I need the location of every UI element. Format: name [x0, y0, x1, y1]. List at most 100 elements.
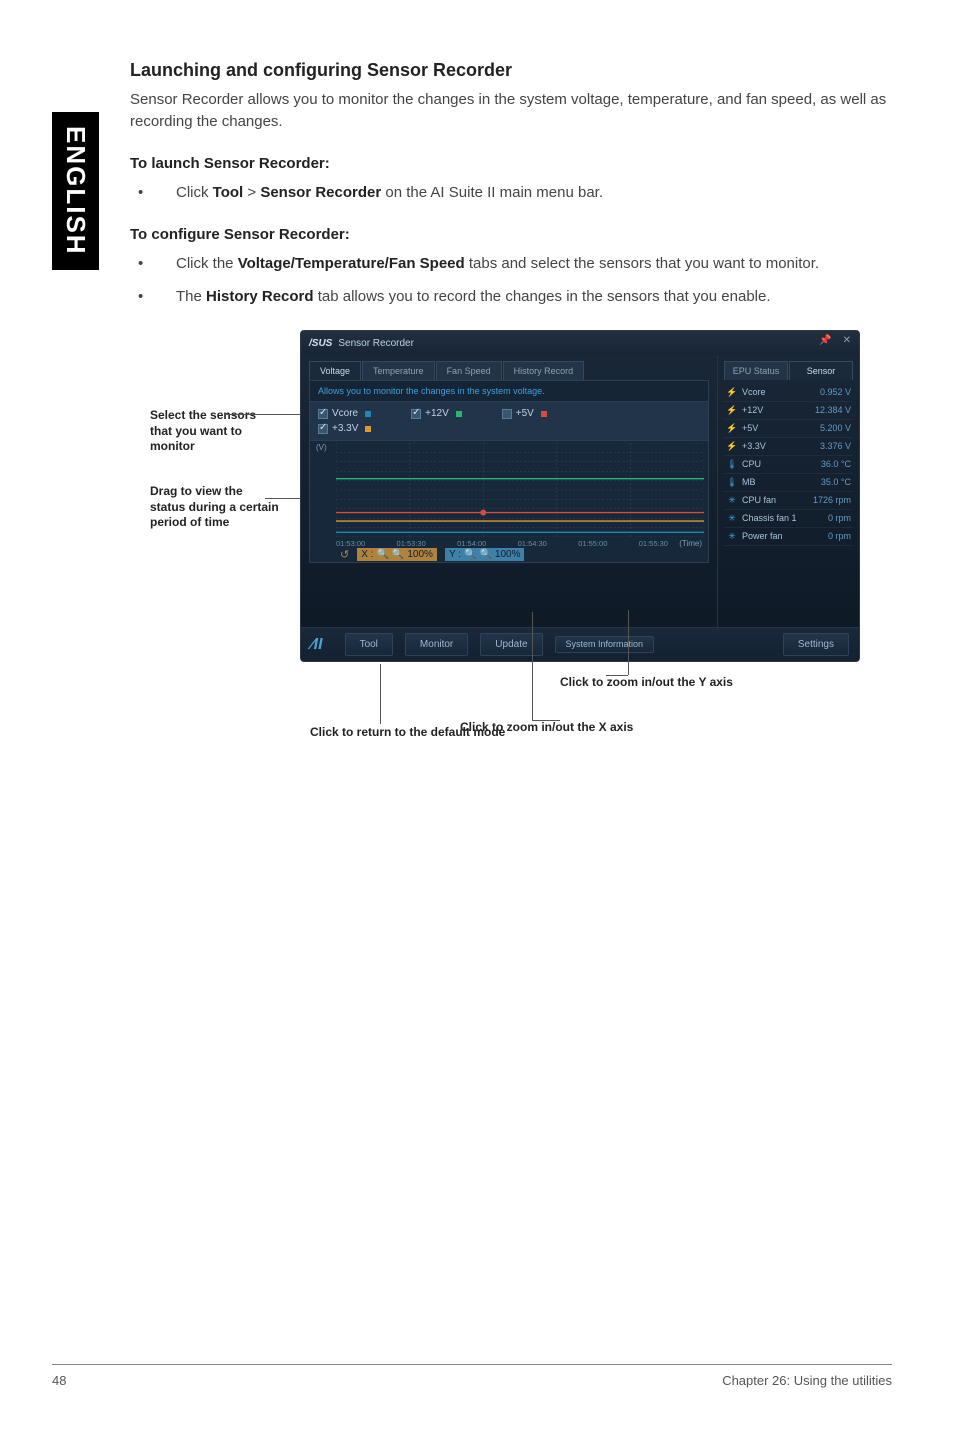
sensor-value: 36.0 °C	[821, 459, 851, 470]
tab-fan-speed[interactable]: Fan Speed	[436, 361, 502, 380]
text: on the AI Suite II main menu bar.	[381, 184, 603, 201]
sensor-row: ⚡ +3.3V3.376 V	[724, 438, 853, 456]
launch-bullet: Click Tool > Sensor Recorder on the AI S…	[130, 182, 890, 205]
checkbox-label: +12V	[425, 408, 449, 419]
y-axis-label: (V)	[316, 443, 327, 452]
config-bullet-1: Click the Voltage/Temperature/Fan Speed …	[130, 253, 890, 276]
page-content: Launching and configuring Sensor Recorde…	[130, 60, 890, 330]
sensor-type-icon: ✳	[726, 513, 738, 524]
reset-zoom-icon[interactable]: ↺	[340, 548, 349, 561]
text: >	[243, 184, 260, 201]
x-axis-label: (Time)	[679, 539, 702, 548]
legend-dot-icon	[365, 426, 371, 432]
sensor-type-icon: ⚡	[726, 423, 738, 434]
sensor-value: 1726 rpm	[813, 495, 851, 506]
sensor-name: CPU fan	[742, 495, 813, 506]
sensor-row: ✳ CPU fan1726 rpm	[724, 492, 853, 510]
zoom-x-value: 100%	[407, 549, 433, 560]
menu-update-button[interactable]: Update	[480, 633, 542, 656]
keyword-history-record: History Record	[206, 288, 314, 305]
checkbox-3-3v[interactable]: +3.3V	[318, 423, 371, 434]
keyword-sensor-recorder: Sensor Recorder	[260, 184, 381, 201]
sensor-type-icon: 🌡	[726, 459, 738, 470]
sensor-type-icon: ⚡	[726, 405, 738, 416]
window-titlebar[interactable]: /SUS Sensor Recorder 📌 ✕	[301, 331, 859, 355]
sensor-checkboxes: Vcore +12V +5V +3.3V	[309, 402, 709, 441]
x-axis-ticks: 01:53:0001:53:3001:54:0001:54:3001:55:00…	[336, 539, 668, 548]
keyword-tool: Tool	[213, 184, 244, 201]
sensor-name: +12V	[742, 405, 815, 416]
x-tick-label: 01:55:30	[639, 539, 668, 548]
window-title: Sensor Recorder	[338, 338, 414, 349]
menu-tool-button[interactable]: Tool	[345, 633, 393, 656]
zoom-y-control[interactable]: Y : 🔍 🔍 100%	[445, 548, 525, 561]
sensor-value: 12.384 V	[815, 405, 851, 416]
tab-epu-status[interactable]: EPU Status	[724, 361, 788, 380]
close-icon[interactable]: ✕	[843, 335, 851, 346]
tab-history-record[interactable]: History Record	[503, 361, 585, 380]
sensor-value: 35.0 °C	[821, 477, 851, 488]
sensor-type-icon: ⚡	[726, 441, 738, 452]
checkbox-12v[interactable]: +12V	[411, 408, 462, 419]
magnifier-icon: 🔍	[376, 549, 388, 560]
sensor-type-icon: ✳	[726, 531, 738, 542]
sensor-row: ✳Chassis fan 10 rpm	[724, 510, 853, 528]
chapter-label: Chapter 26: Using the utilities	[722, 1373, 892, 1388]
text: Click	[176, 184, 213, 201]
sensor-name: +5V	[742, 423, 820, 434]
sensor-row: ✳Power fan0 rpm	[724, 528, 853, 546]
checkbox-5v[interactable]: +5V	[502, 408, 547, 419]
annotation-line	[628, 610, 629, 675]
app-window: /SUS Sensor Recorder 📌 ✕ Voltage Tempera…	[300, 330, 860, 662]
status-pane: EPU Status Sensor ⚡Vcore0.952 V⚡+12V12.3…	[717, 355, 859, 627]
x-tick-label: 01:53:00	[336, 539, 365, 548]
sensor-name: CPU	[742, 459, 821, 470]
sensor-list: ⚡Vcore0.952 V⚡+12V12.384 V⚡+5V5.200 V⚡+3…	[724, 384, 853, 546]
x-tick-label: 01:53:30	[397, 539, 426, 548]
x-tick-label: 01:54:00	[457, 539, 486, 548]
sensor-name: +3.3V	[742, 441, 820, 452]
annotation-line	[224, 414, 304, 415]
sensor-type-icon: ✳	[726, 495, 738, 506]
sensor-row: 🌡 CPU36.0 °C	[724, 456, 853, 474]
tab-voltage[interactable]: Voltage	[309, 361, 361, 380]
sensor-value: 0 rpm	[828, 513, 851, 524]
chart-svg: 02468101214161820	[336, 443, 704, 537]
menu-system-information-button[interactable]: System Information	[555, 636, 655, 653]
text: tabs and select the sensors that you wan…	[465, 255, 819, 272]
section-title: Launching and configuring Sensor Recorde…	[130, 60, 890, 81]
annotation-reset: Click to return to the default mode	[310, 725, 505, 741]
annotation-drag-view: Drag to view the status during a certain…	[150, 484, 280, 531]
sensor-name: Power fan	[742, 531, 828, 542]
configure-subhead: To configure Sensor Recorder:	[130, 226, 890, 243]
magnifier-icon: 🔍	[464, 549, 476, 560]
tab-description: Allows you to monitor the changes in the…	[309, 380, 709, 402]
chart-area[interactable]: (V) (Time)	[309, 441, 709, 563]
checkbox-vcore[interactable]: Vcore	[318, 408, 371, 419]
sensor-type-icon: ⚡	[726, 387, 738, 398]
sensor-value: 0.952 V	[820, 387, 851, 398]
legend-dot-icon	[541, 411, 547, 417]
sensor-value: 5.200 V	[820, 423, 851, 434]
annotation-zoom-y: Click to zoom in/out the Y axis	[560, 675, 733, 691]
sensor-value: 3.376 V	[820, 441, 851, 452]
checkbox-icon	[411, 409, 421, 419]
menu-monitor-button[interactable]: Monitor	[405, 633, 468, 656]
sensor-row: 🌡MB35.0 °C	[724, 474, 853, 492]
checkbox-label: Vcore	[332, 408, 358, 419]
text: tab allows you to record the changes in …	[314, 288, 771, 305]
zoom-x-control[interactable]: X : 🔍 🔍 100%	[357, 548, 437, 561]
annotation-line	[380, 664, 381, 724]
x-tick-label: 01:54:30	[518, 539, 547, 548]
sensor-row: ⚡ +12V12.384 V	[724, 402, 853, 420]
menu-settings-button[interactable]: Settings	[783, 633, 849, 656]
main-pane: Voltage Temperature Fan Speed History Re…	[301, 355, 717, 627]
tab-sensor[interactable]: Sensor	[789, 361, 853, 380]
keyword-tabs: Voltage/Temperature/Fan Speed	[238, 255, 465, 272]
legend-dot-icon	[365, 411, 371, 417]
ai-suite-logo-icon: ⁄II	[311, 636, 323, 654]
sensor-row: ⚡ +5V5.200 V	[724, 420, 853, 438]
annotation-line	[532, 612, 533, 720]
pin-icon[interactable]: 📌	[819, 335, 831, 346]
tab-temperature[interactable]: Temperature	[362, 361, 435, 380]
